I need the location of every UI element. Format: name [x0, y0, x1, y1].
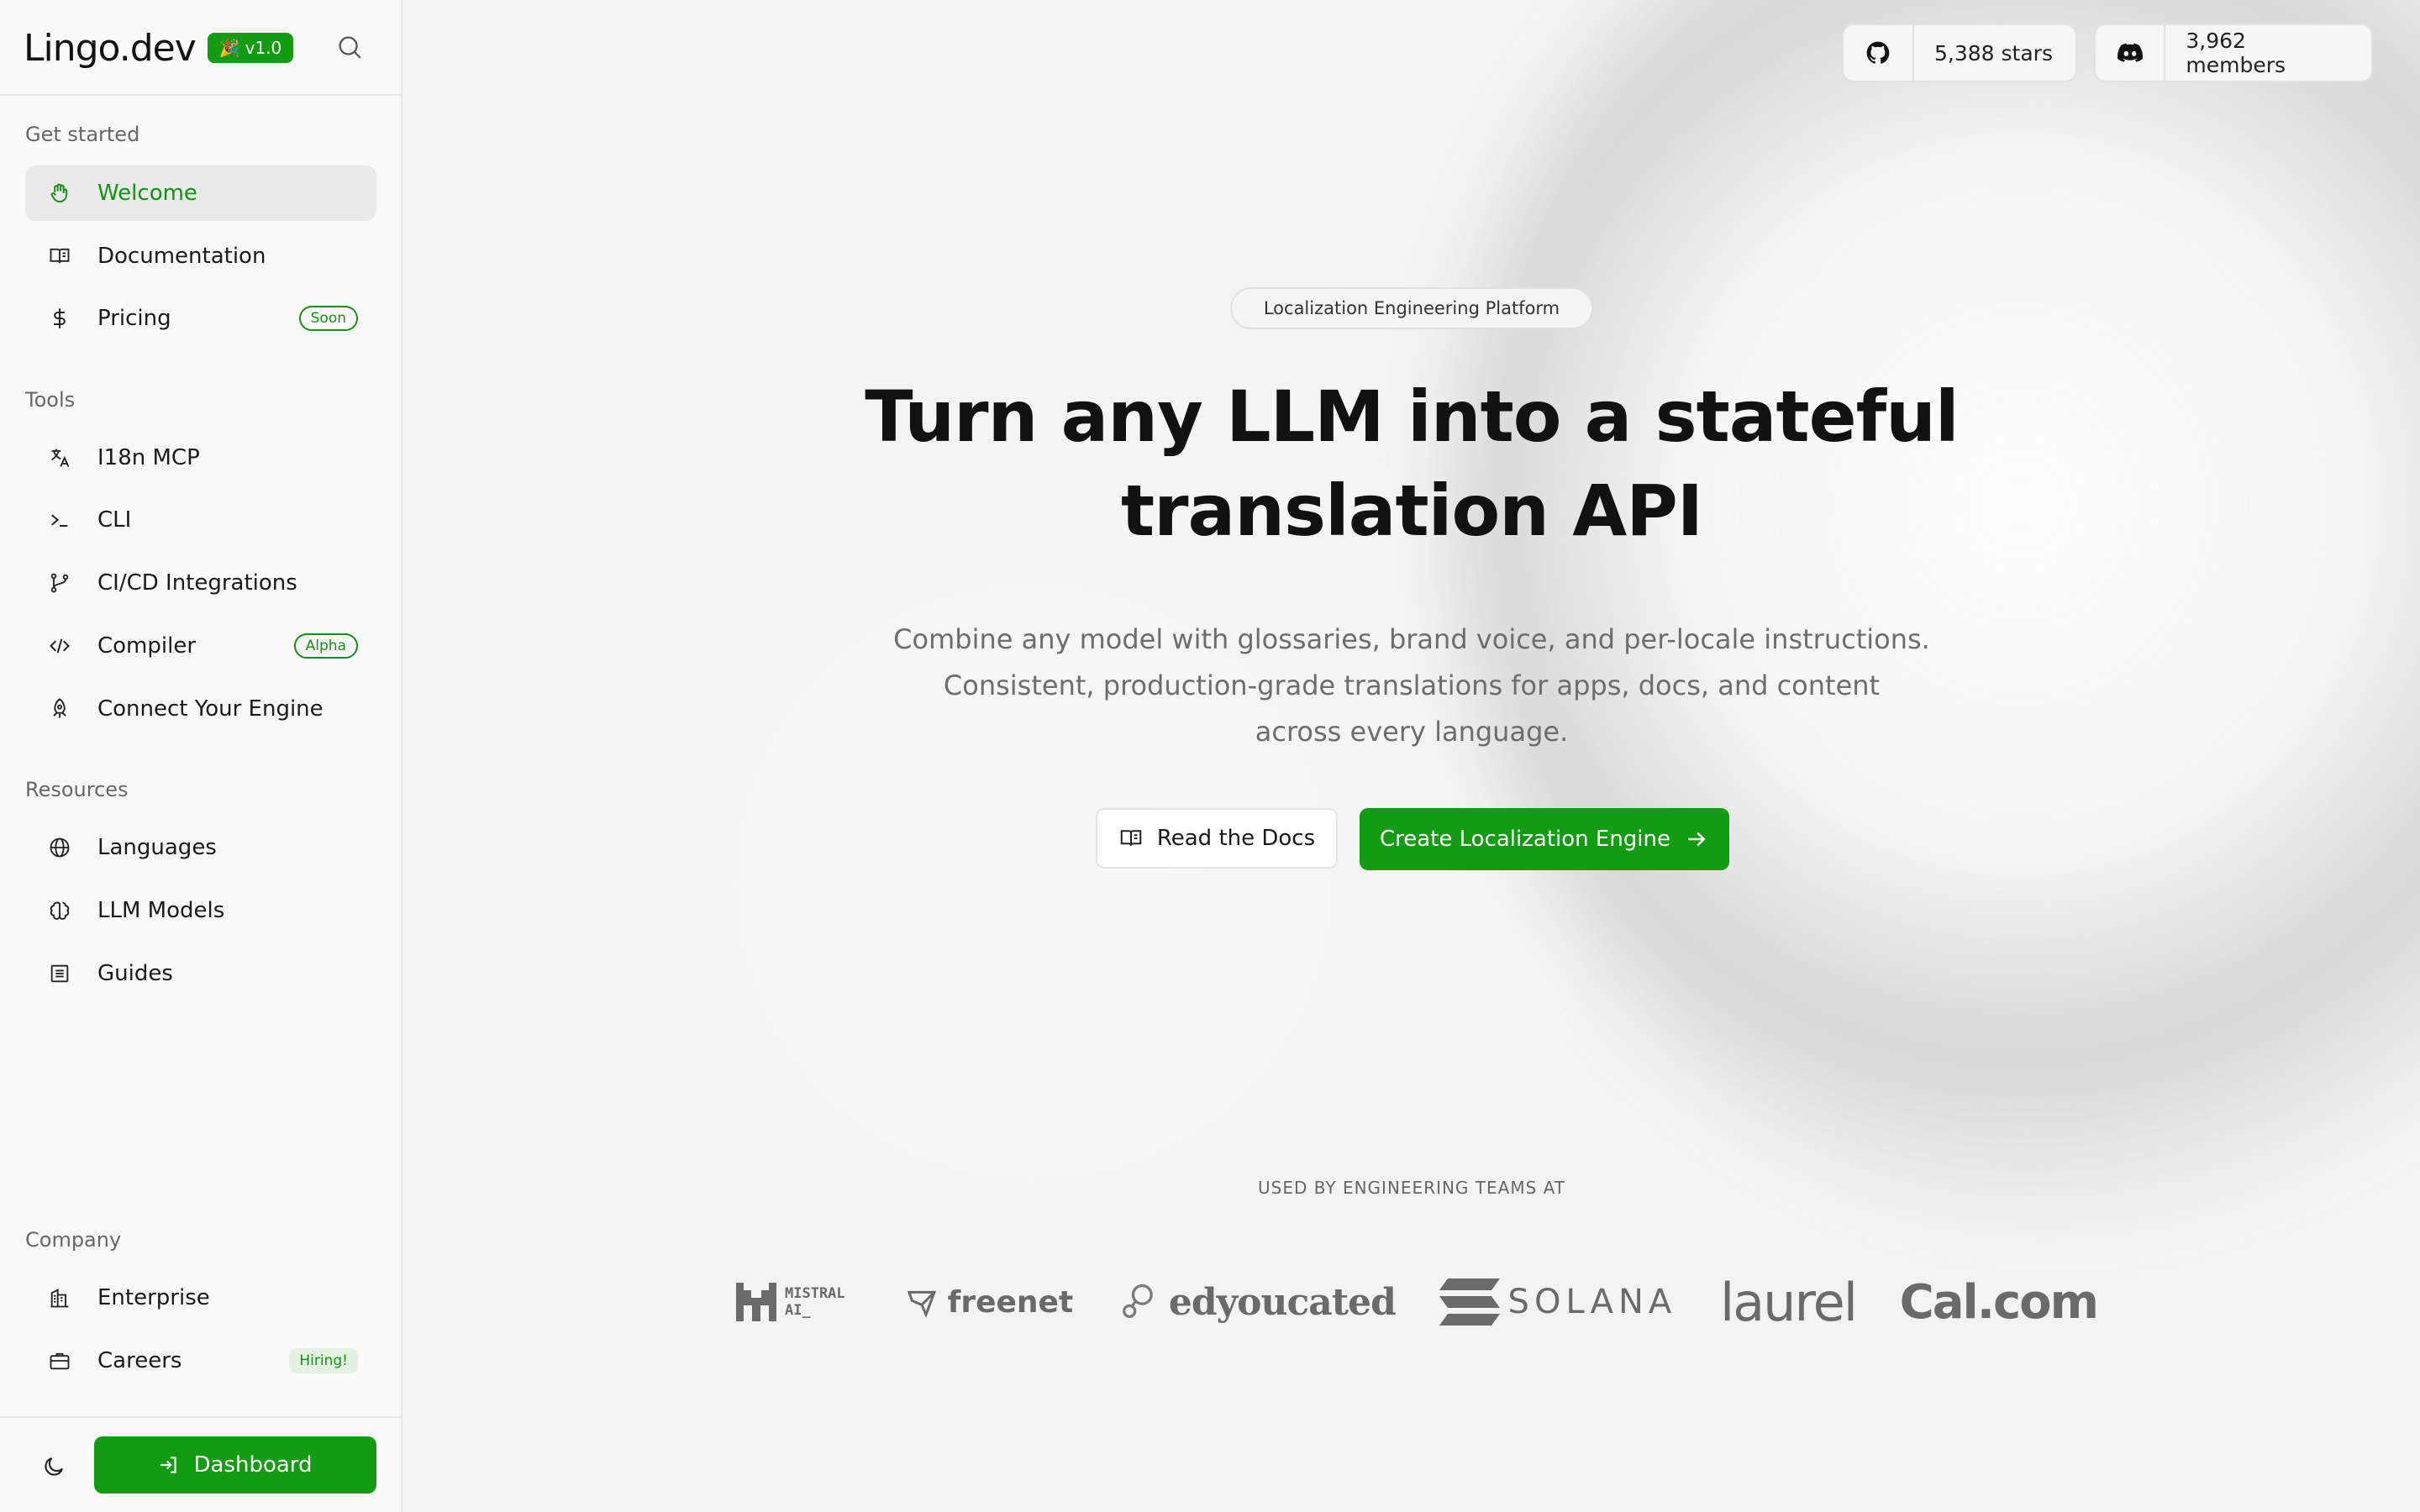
hero-subtitle-line3: across every language. [1255, 716, 1569, 748]
section-title-resources: Resources [25, 778, 129, 801]
create-engine-button[interactable]: Create Localization Engine [1360, 808, 1729, 870]
sidebar-item-enterprise[interactable]: Enterprise [25, 1270, 376, 1326]
sidebar-item-label: Guides [97, 961, 173, 986]
sidebar-item-label: Careers [97, 1348, 182, 1373]
customer-logos: MISTRAL AI_ freenet edyoucated SOLANA la… [736, 1268, 2099, 1336]
book-icon [1120, 830, 1142, 846]
newspaper-icon [47, 961, 72, 986]
sidebar-item-careers[interactable]: Careers Hiring! [25, 1333, 376, 1389]
read-docs-button[interactable]: Read the Docs [1096, 808, 1338, 869]
search-icon [339, 36, 361, 59]
solana-logo: SOLANA [1439, 1278, 1677, 1326]
section-title-tools: Tools [25, 388, 76, 412]
sidebar: Lingo.dev 🎉 v1.0 Get started Welcome Doc… [0, 0, 402, 1512]
sidebar-item-label: I18n MCP [97, 445, 200, 470]
discord-members-button[interactable]: 3,962 members [2094, 24, 2373, 82]
hero-subtitle-line1: Combine any model with glossaries, brand… [893, 623, 1930, 655]
dashboard-label: Dashboard [193, 1452, 313, 1478]
sidebar-item-pricing[interactable]: Pricing Soon [25, 291, 376, 346]
hero-subtitle: Combine any model with glossaries, brand… [874, 617, 1949, 755]
sidebar-item-label: CI/CD Integrations [97, 570, 297, 596]
laurel-logo: laurel [1719, 1271, 1858, 1333]
sidebar-item-languages[interactable]: Languages [25, 820, 376, 875]
github-icon [1844, 25, 1914, 81]
sidebar-item-label: Compiler [97, 633, 197, 659]
discord-members-count: 3,962 members [2186, 29, 2286, 77]
github-stars-count: 5,388 stars [1934, 40, 2053, 66]
building-icon [47, 1285, 72, 1310]
hero-subtitle-line2: Consistent, production-grade translation… [943, 669, 1881, 701]
create-engine-label: Create Localization Engine [1379, 827, 1671, 852]
moon-icon [45, 1457, 64, 1476]
waving-hand-icon [47, 181, 72, 206]
sidebar-item-guides[interactable]: Guides [25, 946, 376, 1001]
hero-title-line2: translation API [1120, 470, 1703, 552]
sidebar-item-label: Connect Your Engine [97, 696, 324, 722]
git-branch-icon [47, 570, 72, 596]
freenet-logo: freenet [904, 1285, 1073, 1320]
hero-title-line1: Turn any LLM into a stateful [865, 375, 1959, 458]
dollar-icon [47, 306, 72, 331]
sidebar-item-cicd[interactable]: CI/CD Integrations [25, 555, 376, 611]
brain-icon [47, 898, 72, 923]
briefcase-icon [47, 1348, 72, 1373]
sidebar-item-label: Enterprise [97, 1285, 210, 1310]
hiring-badge: Hiring! [289, 1348, 358, 1373]
sidebar-item-label: Welcome [97, 181, 197, 206]
soon-badge: Soon [298, 306, 358, 331]
mistral-logo: MISTRAL AI_ [736, 1283, 860, 1321]
sidebar-item-label: CLI [97, 507, 132, 533]
sidebar-item-cli[interactable]: CLI [25, 492, 376, 548]
sidebar-item-i18n-mcp[interactable]: I18n MCP [25, 430, 376, 486]
section-title-company: Company [25, 1228, 122, 1252]
hero-tag: Localization Engineering Platform [1230, 287, 1593, 329]
sidebar-item-welcome[interactable]: Welcome [25, 165, 376, 221]
search-button[interactable] [333, 30, 366, 64]
customers-title: USED BY ENGINEERING TEAMS AT [1258, 1178, 1565, 1198]
version-label: v1.0 [245, 38, 282, 58]
sidebar-item-label: Documentation [97, 244, 266, 269]
brand-logo[interactable]: Lingo.dev [24, 27, 197, 70]
rocket-icon [47, 696, 72, 722]
theme-toggle[interactable] [37, 1450, 71, 1483]
sidebar-item-compiler[interactable]: Compiler Alpha [25, 618, 376, 674]
alpha-badge: Alpha [293, 633, 358, 659]
version-badge[interactable]: 🎉 v1.0 [207, 33, 294, 63]
discord-icon [2096, 25, 2166, 81]
sidebar-item-label: Languages [97, 835, 217, 860]
terminal-icon [47, 507, 72, 533]
party-icon: 🎉 [218, 38, 240, 58]
sidebar-item-documentation[interactable]: Documentation [25, 228, 376, 284]
read-docs-label: Read the Docs [1156, 826, 1316, 851]
edyoucated-logo: edyoucated [1117, 1280, 1397, 1324]
github-stars-button[interactable]: 5,388 stars [1842, 24, 2077, 82]
divider [0, 1416, 402, 1418]
sidebar-item-connect-engine[interactable]: Connect Your Engine [25, 681, 376, 737]
dashboard-button[interactable]: Dashboard [94, 1436, 376, 1494]
section-title-get-started: Get started [25, 123, 140, 146]
book-icon [47, 244, 72, 269]
brand[interactable]: Lingo.dev 🎉 v1.0 [24, 18, 294, 77]
globe-icon [47, 835, 72, 860]
calcom-logo: Cal.com [1899, 1274, 2099, 1330]
sign-in-icon [160, 1457, 177, 1473]
divider [0, 94, 402, 96]
sidebar-item-label: Pricing [97, 306, 171, 331]
translate-icon [47, 445, 72, 470]
arrow-right-icon [1688, 832, 1706, 847]
hero-title: Turn any LLM into a stateful translation… [840, 370, 1983, 558]
code-icon [47, 633, 72, 659]
sidebar-item-llm-models[interactable]: LLM Models [25, 883, 376, 938]
sidebar-item-label: LLM Models [97, 898, 225, 923]
